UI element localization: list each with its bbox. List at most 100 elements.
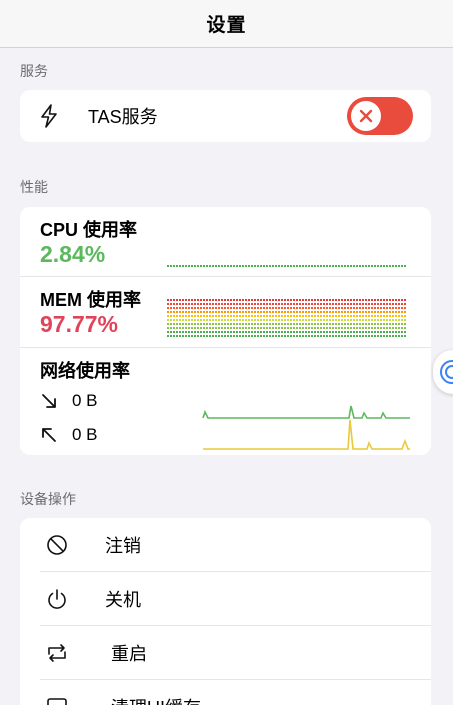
mem-bar-cell (299, 303, 301, 305)
mem-bar-cell (281, 315, 283, 317)
mem-bar-cell (260, 315, 262, 317)
mem-bar-cell (242, 299, 244, 301)
mem-bar-cell (242, 303, 244, 305)
mem-bar-cell (398, 319, 400, 321)
mem-bar-cell (350, 323, 352, 325)
mem-bar-cell (398, 331, 400, 333)
tas-service-toggle[interactable] (347, 97, 413, 135)
clear-cache-button[interactable]: 清理UI缓存 (20, 680, 431, 705)
mem-bar-cell (224, 323, 226, 325)
cpu-bar-cell (320, 265, 322, 267)
mem-bar-cell (404, 311, 406, 313)
mem-bar-cell (197, 323, 199, 325)
mem-bar-cell (260, 299, 262, 301)
mem-bar-cell (254, 335, 256, 337)
mem-bar-cell (203, 299, 205, 301)
mem-bar-cell (305, 331, 307, 333)
mem-bar-cell (290, 331, 292, 333)
mem-bar-cell (215, 311, 217, 313)
mem-bar-cell (308, 315, 310, 317)
mem-bar-cell (344, 335, 346, 337)
cpu-bar-cell (290, 265, 292, 267)
mem-bar-cell (386, 303, 388, 305)
cpu-bar-cell (170, 265, 172, 267)
mem-bar-cell (317, 323, 319, 325)
mem-bar-cell (203, 315, 205, 317)
mem-bar-cell (236, 327, 238, 329)
mem-bar-cell (305, 315, 307, 317)
mem-bar-cell (173, 315, 175, 317)
mem-bar-cell (350, 315, 352, 317)
restart-label: 重启 (111, 644, 147, 664)
cpu-bar-cell (269, 265, 271, 267)
mem-bar-cell (218, 331, 220, 333)
mem-bar-cell (311, 299, 313, 301)
mem-bar-cell (245, 303, 247, 305)
mem-bar-cell (239, 335, 241, 337)
mem-bar-cell (278, 307, 280, 309)
mem-bar-cell (197, 327, 199, 329)
mem-bar-cell (200, 327, 202, 329)
mem-bar-cell (269, 327, 271, 329)
shutdown-button[interactable]: 关机 (20, 572, 431, 626)
mem-bar-cell (386, 311, 388, 313)
mem-bar-cell (287, 303, 289, 305)
mem-bar-cell (245, 311, 247, 313)
mem-bar-cell (374, 319, 376, 321)
mem-bar-cell (215, 303, 217, 305)
mem-bar-cell (311, 331, 313, 333)
mem-bar-cell (263, 331, 265, 333)
mem-bar-cell (356, 327, 358, 329)
mem-bar-cell (338, 307, 340, 309)
mem-bar-cell (269, 307, 271, 309)
mem-bar-cell (272, 303, 274, 305)
mem-bar-cell (338, 311, 340, 313)
mem-bar-cell (215, 323, 217, 325)
mem-bar-cell (299, 311, 301, 313)
mem-bar-cell (257, 319, 259, 321)
cpu-bar-cell (251, 265, 253, 267)
mem-bar-cell (194, 319, 196, 321)
mem-bar-cell (386, 319, 388, 321)
mem-bar-cell (317, 307, 319, 309)
mem-bar-cell (248, 331, 250, 333)
mem-bar-cell (233, 315, 235, 317)
mem-bar-cell (332, 311, 334, 313)
mem-bar-cell (173, 303, 175, 305)
mem-bar-cell (341, 307, 343, 309)
floating-assistive-button[interactable] (433, 350, 453, 394)
mem-bar-cell (401, 331, 403, 333)
mem-bar-cell (332, 323, 334, 325)
mem-bar-cell (185, 307, 187, 309)
mem-bar-cell (323, 323, 325, 325)
mem-bar-cell (377, 323, 379, 325)
mem-bar-cell (386, 331, 388, 333)
mem-bar-cell (170, 319, 172, 321)
mem-bar-cell (305, 319, 307, 321)
logout-button[interactable]: 注销 (20, 518, 431, 572)
mem-bar-cell (284, 323, 286, 325)
mem-bar-cell (242, 307, 244, 309)
cpu-bar-cell (335, 265, 337, 267)
mem-bar-cell (176, 303, 178, 305)
cpu-bar-cell (233, 265, 235, 267)
mem-bar-cell (263, 327, 265, 329)
cpu-bar-cell (389, 265, 391, 267)
mem-bar-cell (359, 323, 361, 325)
mem-bar-cell (398, 335, 400, 337)
mem-bar-cell (227, 327, 229, 329)
mem-bar-cell (224, 331, 226, 333)
mem-bar-cell (350, 335, 352, 337)
mem-bar-cell (395, 303, 397, 305)
mem-bar-cell (176, 327, 178, 329)
clear-cache-label: 清理UI缓存 (111, 694, 201, 705)
restart-button[interactable]: 重启 (20, 626, 431, 680)
mem-bar-cell (311, 307, 313, 309)
mem-bar-cell (287, 311, 289, 313)
mem-bar-cell (278, 319, 280, 321)
mem-bar-cell (326, 331, 328, 333)
mem-bar-cell (344, 319, 346, 321)
network-block: 网络使用率 0 B 0 B (20, 348, 431, 455)
mem-bar-cell (209, 315, 211, 317)
mem-bar-cell (260, 335, 262, 337)
